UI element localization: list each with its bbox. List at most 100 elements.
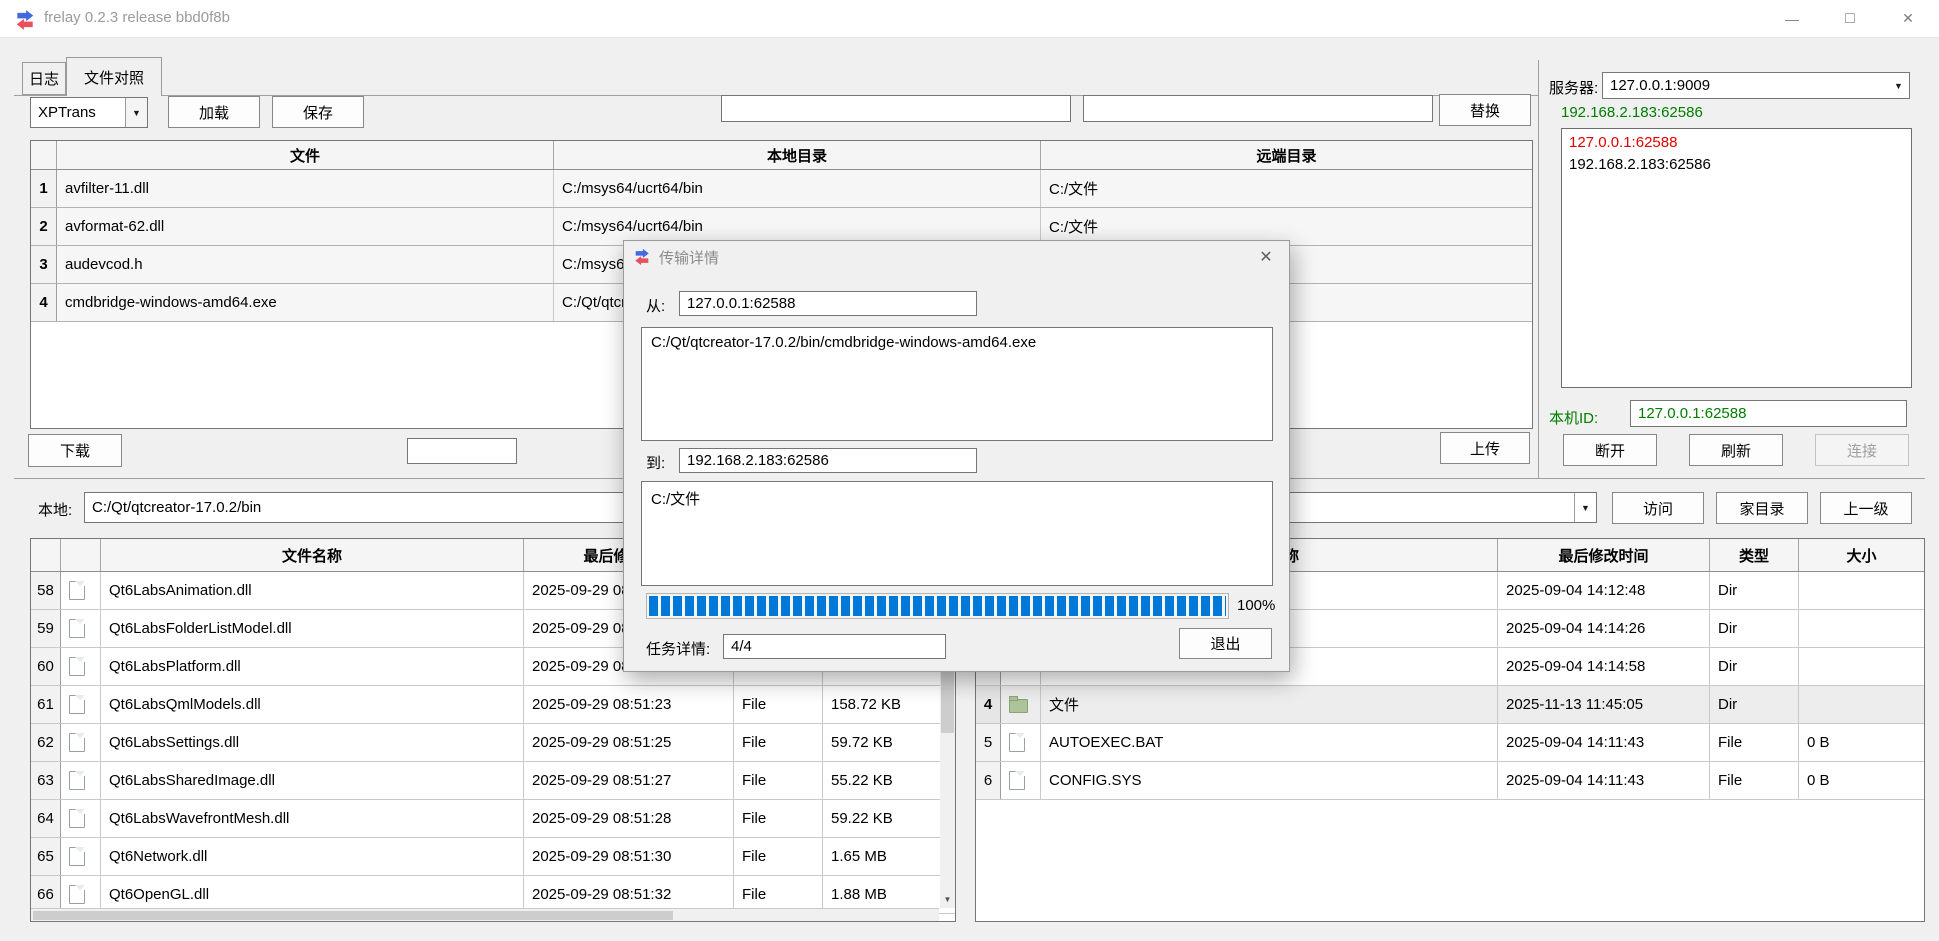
progress-bar [646, 593, 1229, 619]
col-filename[interactable]: 文件名称 [101, 539, 524, 571]
local-file-row[interactable]: 61 Qt6LabsQmlModels.dll 2025-09-29 08:51… [31, 686, 955, 724]
size-cell: 55.22 KB [823, 762, 955, 799]
tab-log[interactable]: 日志 [22, 62, 66, 95]
col-file[interactable]: 文件 [57, 141, 554, 169]
local-id-field[interactable]: 127.0.0.1:62588 [1630, 400, 1907, 427]
file-icon-cell [61, 800, 101, 837]
search-input[interactable] [721, 95, 1071, 122]
maximize-button[interactable]: □ [1832, 0, 1868, 37]
row-number: 4 [31, 284, 57, 321]
filename-cell: Qt6LabsFolderListModel.dll [101, 610, 524, 647]
size-cell: 1.65 MB [823, 838, 955, 875]
horizontal-scrollbar[interactable] [31, 908, 939, 921]
filename-cell: Qt6LabsSettings.dll [101, 724, 524, 761]
col-mtime[interactable]: 最后修改时间 [1498, 539, 1710, 571]
remote-file-row-selected[interactable]: 4 文件 2025-11-13 11:45:05 Dir [976, 686, 1924, 724]
to-field[interactable]: 192.168.2.183:62586 [679, 448, 977, 473]
replace-button[interactable]: 替换 [1439, 94, 1531, 126]
client-list-item[interactable]: 127.0.0.1:62588 [1569, 132, 1904, 154]
filename-cell: Qt6LabsSharedImage.dll [101, 762, 524, 799]
file-icon [69, 771, 85, 790]
remote-file-row[interactable]: 6 CONFIG.SYS 2025-09-04 14:11:43 File 0 … [976, 762, 1924, 800]
home-dir-button[interactable]: 家目录 [1716, 492, 1808, 524]
source-path-textarea[interactable]: C:/Qt/qtcreator-17.0.2/bin/cmdbridge-win… [641, 327, 1273, 441]
from-field[interactable]: 127.0.0.1:62588 [679, 291, 977, 316]
scrollbar-thumb[interactable] [941, 671, 954, 733]
col-remote-dir[interactable]: 远端目录 [1041, 141, 1532, 169]
exit-button[interactable]: 退出 [1179, 628, 1272, 659]
row-number: 3 [31, 246, 57, 283]
local-file-row[interactable]: 65 Qt6Network.dll 2025-09-29 08:51:30 Fi… [31, 838, 955, 876]
file-icon [69, 809, 85, 828]
client-list[interactable]: 127.0.0.1:62588 192.168.2.183:62586 [1561, 128, 1912, 388]
tab-file-compare[interactable]: 文件对照 [66, 57, 162, 96]
connect-button[interactable]: 连接 [1815, 434, 1909, 466]
client-list-item[interactable]: 192.168.2.183:62586 [1569, 154, 1904, 176]
header-icon-col [61, 539, 101, 571]
server-combobox[interactable]: 127.0.0.1:9009 ▼ [1602, 72, 1910, 99]
minimize-button[interactable]: — [1774, 0, 1810, 37]
file-icon-cell [1001, 724, 1041, 761]
vertical-divider [1538, 60, 1539, 478]
save-button[interactable]: 保存 [272, 96, 364, 128]
chevron-down-icon[interactable]: ▼ [1888, 73, 1909, 98]
scroll-down-icon[interactable]: ▼ [940, 891, 955, 908]
row-number: 58 [31, 572, 61, 609]
title-bar: frelay 0.2.3 release bbd0f8b — □ ✕ [0, 0, 1939, 38]
mtime-cell: 2025-09-04 14:12:48 [1498, 572, 1710, 609]
file-icon-cell [61, 724, 101, 761]
visit-button[interactable]: 访问 [1612, 492, 1704, 524]
remote-file-row[interactable]: 5 AUTOEXEC.BAT 2025-09-04 14:11:43 File … [976, 724, 1924, 762]
file-icon-cell [1001, 762, 1041, 799]
local-path-label: 本地: [38, 499, 72, 520]
dest-path-textarea[interactable]: C:/文件 [641, 481, 1273, 586]
task-detail-field[interactable]: 4/4 [723, 634, 946, 659]
chevron-down-icon[interactable]: ▼ [1574, 493, 1596, 522]
mtime-cell: 2025-09-04 14:11:43 [1498, 762, 1710, 799]
app-icon [14, 9, 36, 31]
type-cell: Dir [1710, 572, 1799, 609]
folder-icon [1009, 699, 1028, 713]
load-button[interactable]: 加载 [168, 96, 260, 128]
file-icon-cell [61, 610, 101, 647]
upload-button[interactable]: 上传 [1440, 432, 1530, 464]
close-button[interactable]: ✕ [1890, 0, 1926, 37]
mtime-cell: 2025-09-04 14:14:58 [1498, 648, 1710, 685]
col-type[interactable]: 类型 [1710, 539, 1799, 571]
file-cell: avfilter-11.dll [57, 170, 554, 207]
preset-value: XPTrans [31, 104, 125, 121]
size-cell: 0 B [1799, 762, 1924, 799]
local-file-row[interactable]: 62 Qt6LabsSettings.dll 2025-09-29 08:51:… [31, 724, 955, 762]
folder-icon-cell [1001, 686, 1041, 723]
progress-percent: 100% [1237, 597, 1275, 614]
replace-input[interactable] [1083, 95, 1433, 122]
row-number: 63 [31, 762, 61, 799]
progress-fill [649, 596, 1226, 616]
type-cell: Dir [1710, 648, 1799, 685]
download-button[interactable]: 下载 [28, 434, 122, 467]
mtime-cell: 2025-09-29 08:51:27 [524, 762, 734, 799]
server-value: 127.0.0.1:9009 [1603, 77, 1888, 94]
col-local-dir[interactable]: 本地目录 [554, 141, 1041, 169]
size-cell [1799, 572, 1924, 609]
col-size[interactable]: 大小 [1799, 539, 1924, 571]
chevron-down-icon[interactable]: ▼ [125, 98, 147, 127]
row-number: 64 [31, 800, 61, 837]
file-icon-cell [61, 762, 101, 799]
size-cell: 59.22 KB [823, 800, 955, 837]
refresh-button[interactable]: 刷新 [1689, 434, 1783, 466]
scrollbar-thumb[interactable] [33, 911, 673, 920]
mtime-cell: 2025-09-04 14:11:43 [1498, 724, 1710, 761]
compare-row[interactable]: 1 avfilter-11.dll C:/msys64/ucrt64/bin C… [31, 170, 1532, 208]
row-number: 1 [31, 170, 57, 207]
filter-input[interactable] [407, 438, 517, 464]
preset-combobox[interactable]: XPTrans ▼ [30, 97, 148, 128]
mtime-cell: 2025-09-29 08:51:25 [524, 724, 734, 761]
local-file-row[interactable]: 63 Qt6LabsSharedImage.dll 2025-09-29 08:… [31, 762, 955, 800]
up-level-button[interactable]: 上一级 [1820, 492, 1912, 524]
local-file-row[interactable]: 64 Qt6LabsWavefrontMesh.dll 2025-09-29 0… [31, 800, 955, 838]
dialog-close-icon[interactable]: ✕ [1252, 247, 1280, 267]
type-cell: Dir [1710, 610, 1799, 647]
file-cell: cmdbridge-windows-amd64.exe [57, 284, 554, 321]
disconnect-button[interactable]: 断开 [1563, 434, 1657, 466]
